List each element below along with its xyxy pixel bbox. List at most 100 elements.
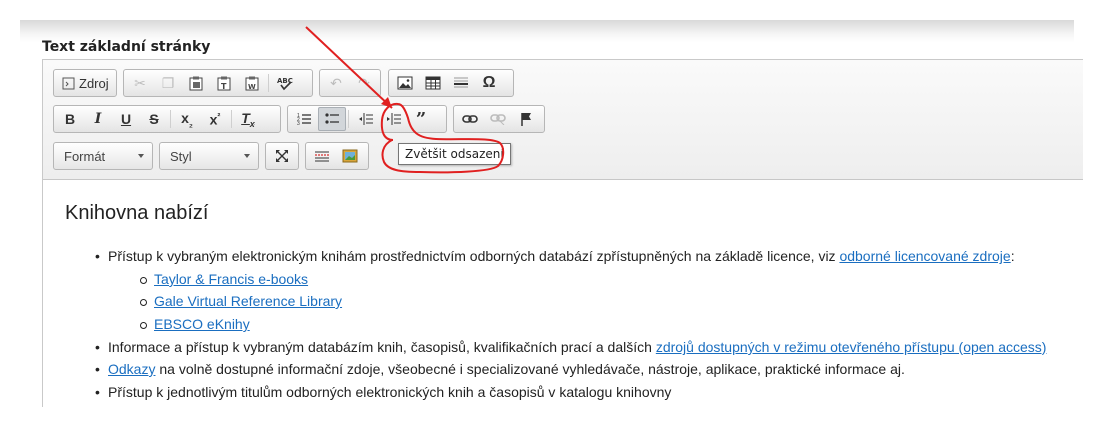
paste-text-button[interactable]: T <box>210 71 238 95</box>
indent-button[interactable] <box>379 107 407 131</box>
spellcheck-button[interactable]: ABC <box>271 71 299 95</box>
special-char-button[interactable]: Ω <box>475 71 503 95</box>
underline-button[interactable]: U <box>112 107 140 131</box>
show-blocks-icon <box>315 151 329 162</box>
redo-icon: ↷ <box>358 74 370 91</box>
undo-button[interactable]: ↶ <box>322 71 350 95</box>
undo-icon: ↶ <box>330 74 342 91</box>
indent-icon <box>387 113 401 125</box>
list-item: Přístup k jednotlivým titulům odborných … <box>95 384 672 400</box>
subscript-button[interactable]: x₂ <box>173 107 201 131</box>
image-icon <box>397 76 413 90</box>
link-icon <box>462 115 478 123</box>
maximize-button[interactable] <box>268 144 296 168</box>
basicstyles-group: B I U S x₂ x² Tx <box>53 105 281 133</box>
anchor-flag-icon <box>521 113 531 126</box>
list-item: Informace a přístup k vybraným databázím… <box>95 339 1047 355</box>
list-item-text: Přístup k vybraným elektronickým knihám … <box>108 248 840 264</box>
list-group: 123 ” <box>287 105 447 133</box>
link-open-access[interactable]: zdrojů dostupných v režimu otevřeného př… <box>656 339 1047 355</box>
insert-media-button[interactable] <box>336 144 364 168</box>
maximize-group <box>265 142 299 170</box>
blockquote-button[interactable]: ” <box>407 107 435 131</box>
paste-button[interactable] <box>182 71 210 95</box>
list-item: Přístup k vybraným elektronickým knihám … <box>95 248 1015 264</box>
superscript-icon: x² <box>209 110 221 128</box>
subscript-icon: x₂ <box>181 109 193 129</box>
format-combo[interactable]: Formát <box>53 142 153 170</box>
remove-format-icon: Tx <box>241 109 255 129</box>
link-taylor-francis[interactable]: Taylor & Francis e-books <box>154 271 308 287</box>
horizontal-line-icon <box>454 77 468 88</box>
bold-button[interactable]: B <box>56 107 84 131</box>
show-blocks-button[interactable] <box>308 144 336 168</box>
unlink-button[interactable] <box>484 107 512 131</box>
list-item-text: Informace a přístup k vybraným databázím… <box>108 339 656 355</box>
rich-text-editor: Zdroj ✂ ❐ T W ABC ↶ ↷ Ω B I U S x₂ x² Tx… <box>42 59 1083 407</box>
separator <box>170 110 171 128</box>
strikethrough-button[interactable]: S <box>140 107 168 131</box>
list-item-text: Přístup k jednotlivým titulům odborných … <box>108 384 672 400</box>
tools-group <box>305 142 369 170</box>
source-group: Zdroj <box>53 69 117 97</box>
outdent-icon <box>359 113 373 125</box>
svg-text:W: W <box>248 83 256 91</box>
list-item: Gale Virtual Reference Library <box>139 293 342 309</box>
list-item: Odkazy na volně dostupné informační zdoj… <box>95 361 905 377</box>
anchor-button[interactable] <box>512 107 540 131</box>
link-gale[interactable]: Gale Virtual Reference Library <box>154 293 342 309</box>
outdent-button[interactable] <box>351 107 379 131</box>
link-ebsco[interactable]: EBSCO eKnihy <box>154 316 250 332</box>
editor-toolbar: Zdroj ✂ ❐ T W ABC ↶ ↷ Ω B I U S x₂ x² Tx… <box>43 60 1083 180</box>
paste-icon <box>189 76 203 90</box>
field-label: Text základní stránky <box>42 39 211 55</box>
list-item-text: na volně dostupné informační zdoje, všeo… <box>155 361 905 377</box>
insert-media-icon <box>342 149 358 163</box>
bold-icon: B <box>64 111 76 127</box>
cut-button[interactable]: ✂ <box>126 71 154 95</box>
style-combo-label: Styl <box>170 148 192 164</box>
numbered-list-icon: 123 <box>297 113 311 126</box>
style-combo[interactable]: Styl <box>159 142 259 170</box>
link-licensed-sources[interactable]: odborné licencované zdroje <box>839 248 1010 264</box>
italic-icon: I <box>94 111 102 127</box>
undo-group: ↶ ↷ <box>319 69 381 97</box>
table-button[interactable] <box>419 71 447 95</box>
list-item: EBSCO eKnihy <box>140 316 250 332</box>
copy-icon: ❐ <box>161 74 175 91</box>
chevron-down-icon <box>138 154 144 158</box>
paste-word-icon: W <box>245 76 259 91</box>
indent-tooltip: Zvětšit odsazení <box>398 143 511 165</box>
horizontal-line-button[interactable] <box>447 71 475 95</box>
source-button-label: Zdroj <box>79 75 109 91</box>
chevron-down-icon <box>244 154 250 158</box>
blockquote-icon: ” <box>415 108 427 130</box>
separator <box>231 110 232 128</box>
strikethrough-icon: S <box>149 111 159 127</box>
unlink-icon <box>490 114 506 125</box>
omega-icon: Ω <box>482 74 496 91</box>
source-button[interactable]: Zdroj <box>56 71 115 95</box>
bulleted-list-icon <box>325 113 339 124</box>
source-icon <box>62 77 75 89</box>
content-heading: Knihovna nabízí <box>65 202 209 224</box>
svg-text:ABC: ABC <box>277 77 293 85</box>
clipboard-group: ✂ ❐ T W ABC <box>123 69 313 97</box>
italic-button[interactable]: I <box>84 107 112 131</box>
bulleted-list-button[interactable] <box>318 107 346 131</box>
svg-text:3: 3 <box>297 121 300 126</box>
link-odkazy[interactable]: Odkazy <box>108 361 155 377</box>
paste-word-button[interactable]: W <box>238 71 266 95</box>
insert-group: Ω <box>388 69 514 97</box>
link-button[interactable] <box>456 107 484 131</box>
paste-text-icon: T <box>217 76 231 91</box>
remove-format-button[interactable]: Tx <box>234 107 262 131</box>
superscript-button[interactable]: x² <box>201 107 229 131</box>
editor-content[interactable]: Knihovna nabízí Přístup k vybraným elekt… <box>43 180 1083 407</box>
numbered-list-button[interactable]: 123 <box>290 107 318 131</box>
image-button[interactable] <box>391 71 419 95</box>
maximize-icon <box>276 150 288 162</box>
redo-button[interactable]: ↷ <box>350 71 378 95</box>
table-icon <box>425 76 441 90</box>
copy-button[interactable]: ❐ <box>154 71 182 95</box>
